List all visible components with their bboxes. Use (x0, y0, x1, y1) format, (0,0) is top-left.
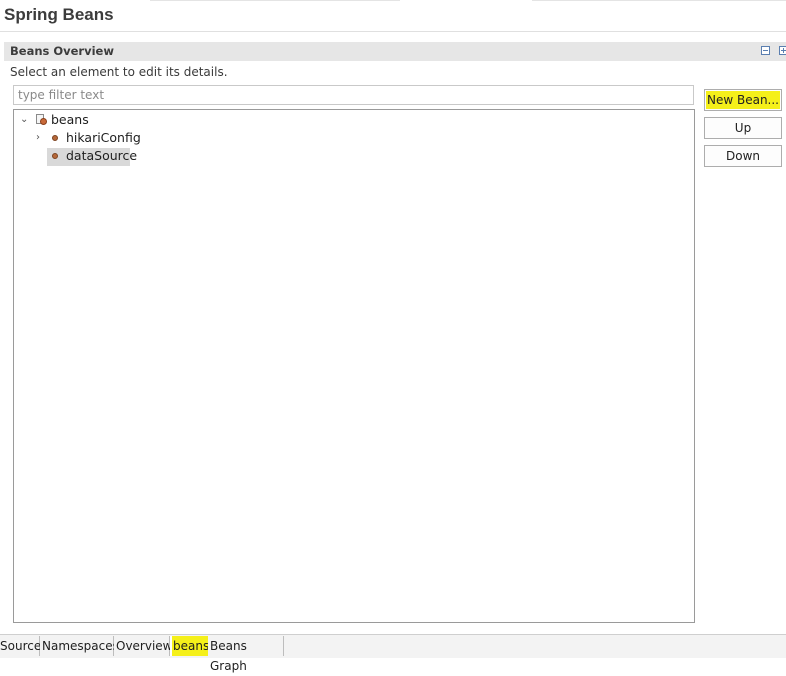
title-separator (0, 31, 786, 32)
new-bean-button-label: New Bean... (705, 91, 780, 109)
tree-node-datasource[interactable]: dataSource (18, 147, 218, 165)
tree-node-label: hikariConfig (66, 130, 141, 145)
tree-node-hikariconfig[interactable]: › hikariConfig (18, 129, 218, 147)
tab-beans-label: beans (172, 636, 211, 656)
section-header[interactable]: Beans Overview (4, 42, 786, 61)
tab-namespaces[interactable]: Namespaces (40, 636, 119, 656)
chevron-right-icon[interactable]: › (36, 132, 40, 143)
section-title: Beans Overview (10, 44, 114, 58)
down-button[interactable]: Down (704, 145, 782, 167)
tab-overview[interactable]: Overview (114, 636, 173, 656)
chevron-down-icon[interactable]: ⌄ (20, 114, 28, 125)
bean-icon (52, 153, 58, 159)
editor-tab-bar: Source Namespaces Overview beans Beans G… (0, 634, 786, 673)
tree-node-label: beans (51, 112, 89, 127)
page-title: Spring Beans (4, 5, 114, 24)
tab-source[interactable]: Source (0, 636, 41, 656)
beans-file-icon (36, 114, 47, 125)
new-bean-button[interactable]: New Bean... (704, 89, 782, 111)
up-button[interactable]: Up (704, 117, 782, 139)
title-divider (532, 0, 786, 1)
tab-beans[interactable]: beans (170, 636, 211, 656)
title-divider (150, 0, 400, 1)
collapse-all-icon[interactable] (761, 46, 770, 55)
editor-title-bar: Spring Beans (0, 0, 786, 32)
section-description: Select an element to edit its details. (10, 65, 228, 79)
expand-all-icon[interactable] (779, 46, 786, 55)
bean-icon (52, 135, 58, 141)
tree-node-label: dataSource (66, 148, 138, 163)
tree-node-beans[interactable]: ⌄ beans (18, 111, 218, 129)
tab-beans-graph[interactable]: Beans Graph (208, 636, 284, 673)
filter-input[interactable] (13, 85, 694, 105)
beans-tree[interactable]: ⌄ beans › hikariConfig dataSource (13, 109, 695, 623)
